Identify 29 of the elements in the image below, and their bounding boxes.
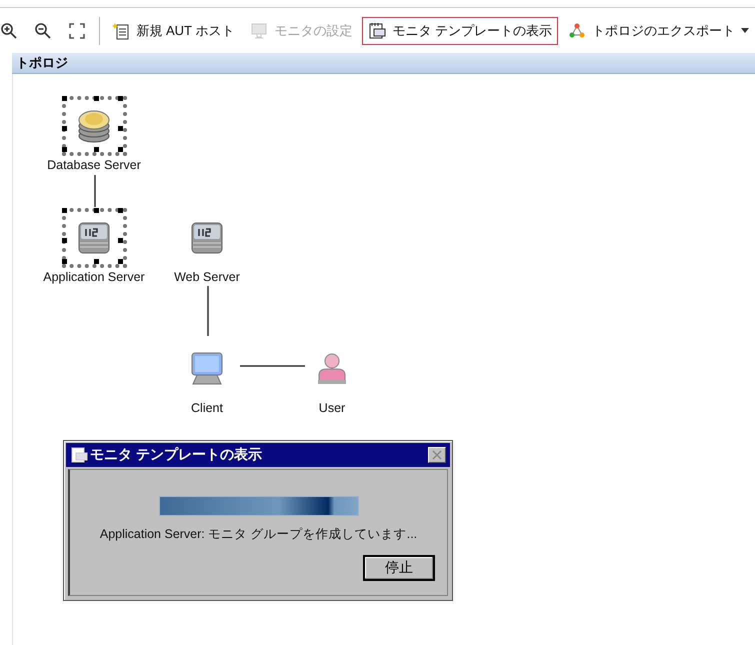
close-button[interactable] — [428, 447, 446, 463]
connector-line — [207, 286, 209, 336]
panel-title: トポロジ — [16, 54, 68, 72]
connector-line — [240, 365, 305, 367]
selection-frame[interactable] — [62, 208, 126, 268]
stop-button[interactable]: 停止 — [363, 555, 435, 581]
fit-screen-icon — [68, 22, 86, 40]
monitor-template-icon — [70, 446, 88, 464]
status-message: Application Server: モニタ グループを作成しています... — [100, 526, 418, 543]
toolbar-button[interactable]: モニタ テンプレートの表示 — [362, 16, 558, 44]
zoom-in-icon — [0, 22, 18, 40]
monitor-icon — [250, 22, 268, 40]
server-icon — [189, 220, 225, 256]
monitor-template-icon — [368, 22, 386, 40]
node-label: Database Server — [47, 158, 141, 172]
dialog-title: モニタ テンプレートの表示 — [90, 446, 263, 464]
computer-icon — [189, 351, 225, 387]
database-icon — [76, 108, 112, 144]
node-label: User — [318, 401, 346, 415]
zoom-out-icon — [34, 22, 52, 40]
node-label: Web Server — [174, 270, 240, 284]
selection-frame[interactable] — [62, 96, 126, 156]
close-icon — [432, 450, 442, 460]
connector-line — [94, 175, 96, 207]
new-document-icon — [112, 22, 130, 40]
node-label: Application Server — [43, 270, 145, 284]
server-icon — [76, 220, 112, 256]
node-label: Client — [191, 401, 223, 415]
network-icon — [568, 22, 586, 40]
